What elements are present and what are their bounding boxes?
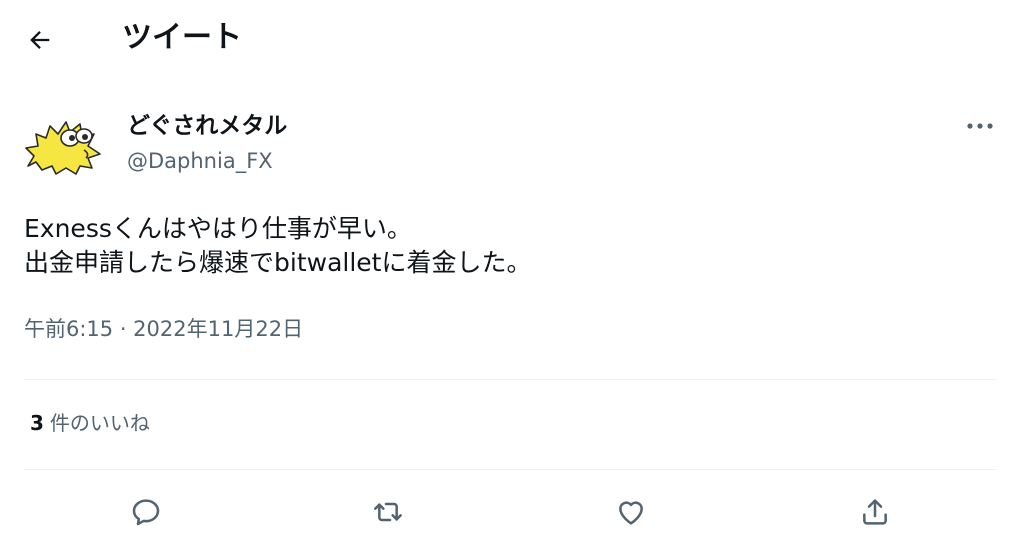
like-button[interactable] [609, 490, 653, 534]
tweet-header: ツイート [0, 0, 1024, 80]
more-options-button[interactable] [958, 110, 1002, 142]
speech-bubble-icon [132, 499, 160, 526]
tweet-timestamp[interactable]: 午前6:15 · 2022年11月22日 [24, 314, 303, 344]
retweet-arrows-icon [374, 502, 402, 522]
divider [24, 379, 997, 380]
tweet-line: 出金申請したら爆速でbitwalletに着金した。 [24, 248, 532, 277]
more-horizontal-icon [967, 123, 993, 129]
retweet-button[interactable] [366, 490, 410, 534]
share-button[interactable] [853, 490, 897, 534]
page-title: ツイート [122, 20, 242, 55]
author-handle[interactable]: @Daphnia_FX [127, 146, 273, 176]
avatar[interactable] [22, 104, 106, 188]
upload-arrow-icon [863, 499, 887, 525]
tweet-line: Exnessくんはやはり仕事が早い。 [24, 214, 412, 243]
heart-icon [619, 501, 643, 525]
divider [24, 469, 997, 470]
yellow-pufferfish-avatar [23, 105, 105, 187]
reply-button[interactable] [124, 490, 168, 534]
likes-count-link[interactable]: 3 件のいいね [30, 408, 150, 438]
likes-label: 件のいいね [49, 411, 150, 435]
arrow-left-icon [30, 31, 50, 49]
author-display-name[interactable]: どぐされメタル [127, 110, 287, 142]
likes-count: 3 [30, 411, 44, 435]
back-button[interactable] [22, 22, 58, 58]
tweet-text: Exnessくんはやはり仕事が早い。 出金申請したら爆速でbitwalletに着… [24, 212, 984, 280]
